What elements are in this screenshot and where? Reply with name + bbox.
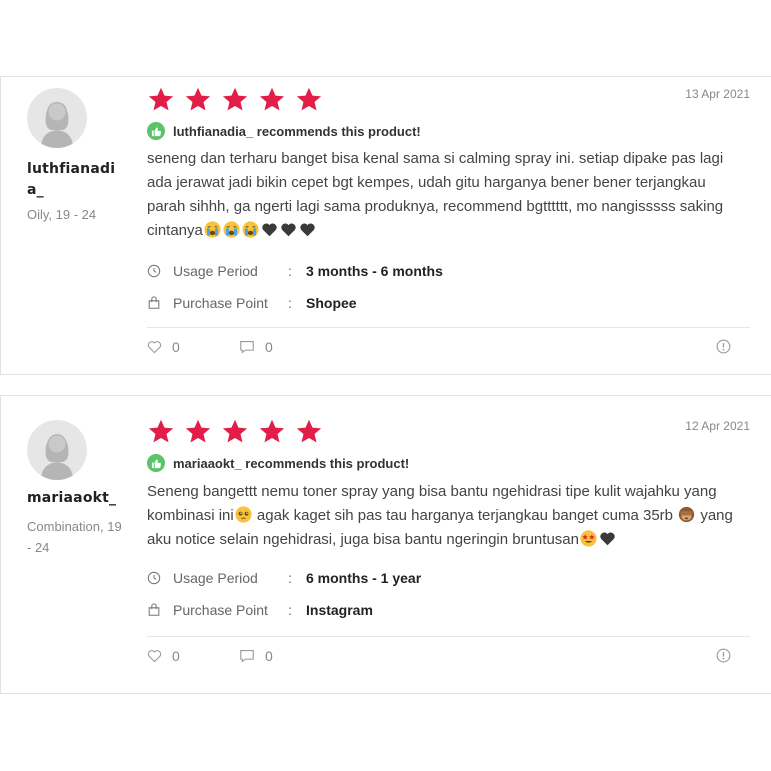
star-icon xyxy=(222,87,248,111)
recommend-text: luthfianadia_ recommends this product! xyxy=(173,123,421,139)
usage-period-row: Usage Period : 3 months - 6 months xyxy=(147,263,443,279)
avatar[interactable] xyxy=(27,88,87,148)
alert-circle-icon xyxy=(716,648,731,663)
black-heart-icon xyxy=(281,223,296,237)
review-body: Seneng bangettt nemu toner spray yang bi… xyxy=(147,480,747,552)
user-silhouette-icon xyxy=(41,102,73,148)
skin-profile: Combination, 19 - 24 xyxy=(27,519,122,555)
clock-icon xyxy=(147,571,161,585)
star-icon xyxy=(148,419,174,443)
separator: : xyxy=(288,263,292,279)
purchase-point-value: Instagram xyxy=(306,602,373,618)
comment-button[interactable]: 0 xyxy=(239,648,273,664)
star-rating xyxy=(147,86,323,113)
review-list: luthfianadia_ Oily, 19 - 24 13 Apr 2021 … xyxy=(0,76,771,714)
thumbs-up-icon xyxy=(147,122,165,140)
clock-icon xyxy=(147,264,161,278)
crying-face-icon xyxy=(223,221,240,238)
heart-icon xyxy=(147,650,162,663)
recommend-badge: mariaaokt_ recommends this product! xyxy=(147,454,409,472)
star-icon xyxy=(185,87,211,111)
purchase-point-label: Purchase Point xyxy=(173,295,268,311)
separator: : xyxy=(288,570,292,586)
purchase-point-value: Shopee xyxy=(306,295,357,311)
star-icon xyxy=(296,419,322,443)
purchase-point-row: Purchase Point : Shopee xyxy=(147,295,357,311)
usage-period-label: Usage Period xyxy=(173,263,258,279)
star-icon xyxy=(259,419,285,443)
divider xyxy=(147,636,750,637)
star-struck-icon xyxy=(580,530,597,547)
separator: : xyxy=(288,295,292,311)
star-icon xyxy=(185,419,211,443)
divider xyxy=(147,327,750,328)
heart-icon xyxy=(147,341,162,354)
review-card: mariaaokt_ Combination, 19 - 24 12 Apr 2… xyxy=(0,395,771,694)
thumbs-up-icon xyxy=(147,454,165,472)
report-button[interactable] xyxy=(716,648,741,663)
purchase-point-row: Purchase Point : Instagram xyxy=(147,602,373,618)
user-silhouette-icon xyxy=(41,434,73,480)
separator: : xyxy=(288,602,292,618)
like-count: 0 xyxy=(172,648,180,664)
pleading-face-icon xyxy=(235,506,252,523)
star-icon xyxy=(259,87,285,111)
star-icon xyxy=(148,87,174,111)
usage-period-row: Usage Period : 6 months - 1 year xyxy=(147,570,421,586)
review-body: seneng dan terharu banget bisa kenal sam… xyxy=(147,147,747,243)
like-button[interactable]: 0 xyxy=(147,339,180,355)
review-text: agak kaget sih pas tau harganya terjangk… xyxy=(252,507,678,524)
recommend-badge: luthfianadia_ recommends this product! xyxy=(147,122,421,140)
alert-circle-icon xyxy=(716,339,731,354)
avatar[interactable] xyxy=(27,420,87,480)
crying-face-icon xyxy=(242,221,259,238)
star-icon xyxy=(222,419,248,443)
review-date: 13 Apr 2021 xyxy=(685,87,750,101)
purchase-point-label: Purchase Point xyxy=(173,602,268,618)
review-actions: 0 0 xyxy=(147,648,750,668)
comment-icon xyxy=(240,650,254,663)
username[interactable]: mariaaokt_ xyxy=(27,488,123,509)
star-icon xyxy=(296,87,322,111)
crying-face-icon xyxy=(204,221,221,238)
usage-period-value: 6 months - 1 year xyxy=(306,570,422,586)
shopping-bag-icon xyxy=(148,603,160,616)
star-rating xyxy=(147,418,323,445)
comment-count: 0 xyxy=(265,339,273,355)
username[interactable]: luthfianadia_ xyxy=(27,159,123,201)
see-no-evil-monkey-icon xyxy=(679,506,695,523)
usage-period-label: Usage Period xyxy=(173,570,258,586)
comment-count: 0 xyxy=(265,648,273,664)
shopping-bag-icon xyxy=(148,296,160,309)
comment-button[interactable]: 0 xyxy=(239,339,273,355)
black-heart-icon xyxy=(300,223,315,237)
black-heart-icon xyxy=(600,532,615,546)
black-heart-icon xyxy=(262,223,277,237)
skin-profile: Oily, 19 - 24 xyxy=(27,207,97,222)
comment-icon xyxy=(240,341,254,354)
review-date: 12 Apr 2021 xyxy=(685,419,750,433)
usage-period-value: 3 months - 6 months xyxy=(306,263,443,279)
like-count: 0 xyxy=(172,339,180,355)
like-button[interactable]: 0 xyxy=(147,648,180,664)
report-button[interactable] xyxy=(716,339,741,354)
review-card: luthfianadia_ Oily, 19 - 24 13 Apr 2021 … xyxy=(0,76,771,375)
recommend-text: mariaaokt_ recommends this product! xyxy=(173,455,410,471)
review-actions: 0 0 xyxy=(147,339,750,359)
